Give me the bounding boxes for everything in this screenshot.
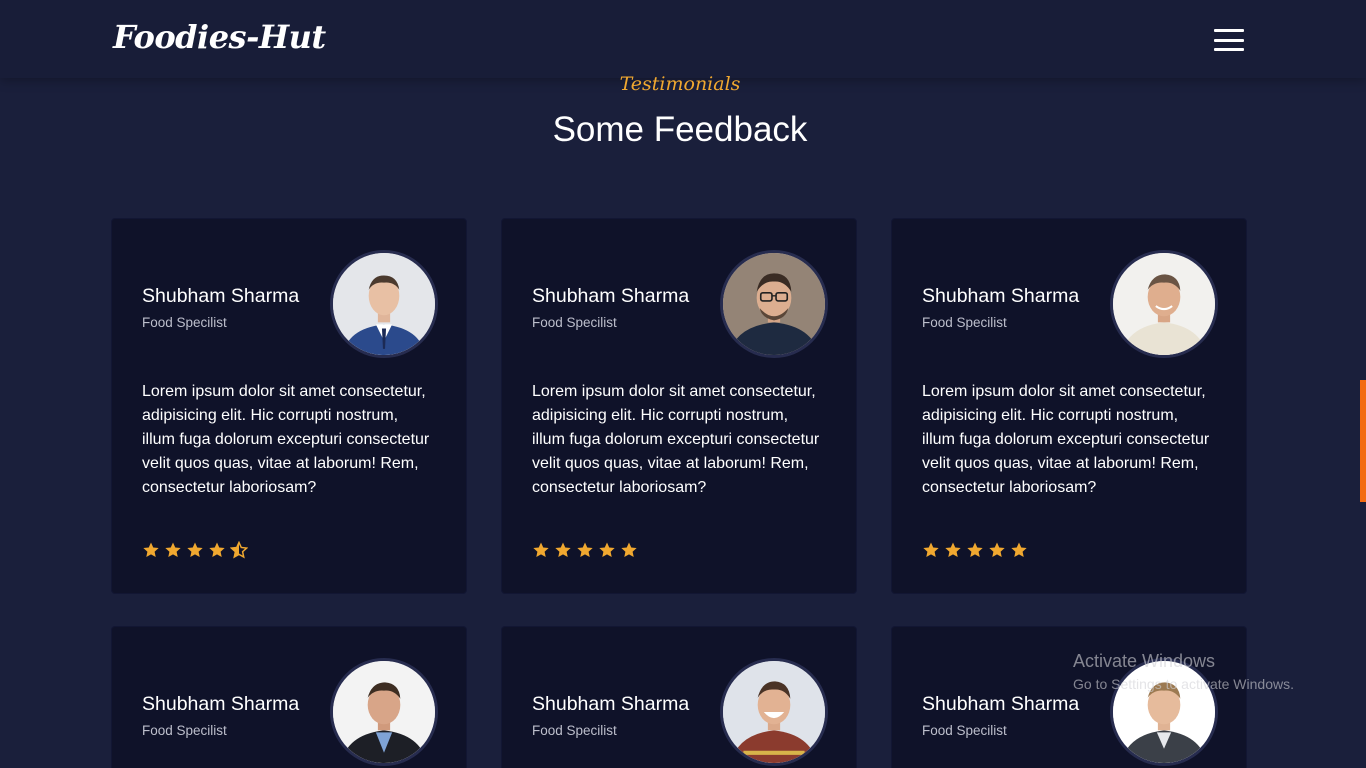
menu-bar [1214, 48, 1244, 51]
star-icon [1011, 542, 1027, 558]
testimonial-text: Lorem ipsum dolor sit amet consectetur, … [922, 383, 1210, 496]
reviewer-name: Shubham Sharma [142, 693, 300, 715]
reviewer-name: Shubham Sharma [142, 285, 300, 307]
star-icon [599, 542, 615, 558]
star-icon [621, 542, 637, 558]
star-rating [532, 541, 638, 559]
reviewer-name: Shubham Sharma [532, 285, 690, 307]
star-icon [945, 542, 961, 558]
man-in-blue-suit-avatar [330, 250, 438, 358]
reviewer-role: Food Specilist [532, 723, 617, 738]
section-title: Some Feedback [552, 110, 808, 149]
reviewer-role: Food Specilist [142, 315, 227, 330]
menu-bar [1214, 29, 1244, 32]
star-icon [533, 542, 549, 558]
testimonial-text: Lorem ipsum dolor sit amet consectetur, … [532, 383, 820, 496]
watermark-subtitle: Go to Settings to activate Windows. [1073, 676, 1294, 692]
star-icon [187, 542, 203, 558]
scroll-progress-indicator [1360, 380, 1366, 502]
site-logo[interactable]: Foodies-Hut [113, 18, 326, 56]
hamburger-menu-icon[interactable] [1214, 29, 1244, 51]
reviewer-role: Food Specilist [532, 315, 617, 330]
star-rating [142, 541, 248, 559]
reviewer-role: Food Specilist [922, 723, 1007, 738]
testimonial-text: Lorem ipsum dolor sit amet consectetur, … [142, 383, 430, 496]
star-rating [922, 541, 1028, 559]
star-icon [989, 542, 1005, 558]
smiling-man-avatar [1110, 250, 1218, 358]
star-icon [143, 542, 159, 558]
reviewer-name: Shubham Sharma [532, 693, 690, 715]
star-icon [165, 542, 181, 558]
reviewer-name: Shubham Sharma [922, 285, 1080, 307]
star-icon [555, 542, 571, 558]
menu-bar [1214, 38, 1244, 42]
half-star-icon [230, 541, 248, 559]
reviewer-role: Food Specilist [922, 315, 1007, 330]
star-icon [209, 542, 225, 558]
testimonial-card: Shubham Sharma Food Specilist [111, 626, 467, 768]
star-icon [577, 542, 593, 558]
testimonial-card: Shubham Sharma Food Specilist Lorem ipsu… [501, 218, 857, 594]
reviewer-name: Shubham Sharma [922, 693, 1080, 715]
man-with-glasses-avatar [720, 250, 828, 358]
section-subtitle: Testimonials [619, 73, 741, 95]
watermark-title: Activate Windows [1073, 651, 1216, 671]
navbar: Foodies-Hut [0, 0, 1366, 78]
testimonial-card: Shubham Sharma Food Specilist Lorem ipsu… [111, 218, 467, 594]
windows-activation-watermark: Activate Windows Go to Settings to activ… [1073, 651, 1294, 692]
star-icon [923, 542, 939, 558]
man-in-dark-suit-avatar [330, 658, 438, 766]
testimonial-card: Shubham Sharma Food Specilist Lorem ipsu… [891, 218, 1247, 594]
testimonial-card: Shubham Sharma Food Specilist [891, 626, 1247, 768]
testimonial-card: Shubham Sharma Food Specilist [501, 626, 857, 768]
star-icon [967, 542, 983, 558]
reviewer-role: Food Specilist [142, 723, 227, 738]
laughing-man-avatar [720, 658, 828, 766]
